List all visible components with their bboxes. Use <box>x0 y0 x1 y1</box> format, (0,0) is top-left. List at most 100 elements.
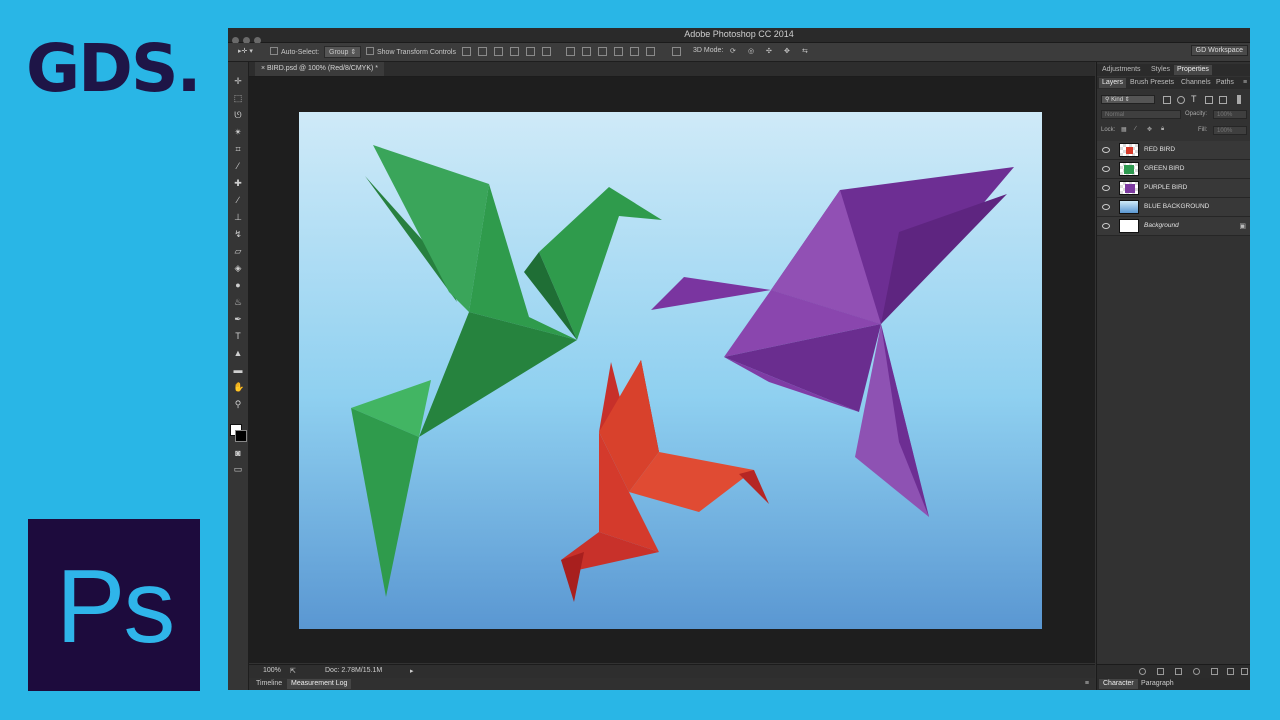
tab-character[interactable]: Character <box>1099 679 1138 689</box>
filter-pixel-icon[interactable] <box>1163 96 1171 104</box>
doc-size: Doc: 2.78M/15.1M <box>325 667 383 674</box>
link-layers-icon[interactable] <box>1139 668 1146 675</box>
tab-brush-presets[interactable]: Brush Presets <box>1127 78 1177 88</box>
panel-menu-icon[interactable]: ≡ <box>1240 78 1250 88</box>
eye-icon[interactable] <box>1102 147 1110 153</box>
tab-styles[interactable]: Styles <box>1148 65 1173 75</box>
lock-pixels-icon[interactable]: ∕ <box>1135 126 1136 132</box>
fill-field[interactable]: 100% <box>1213 126 1247 135</box>
fill-label: Fill: <box>1198 127 1208 133</box>
clone-stamp-tool-icon[interactable]: ⊥ <box>233 212 243 222</box>
lock-all-icon[interactable]: 🔒︎ <box>1161 126 1164 133</box>
new-layer-icon[interactable] <box>1227 668 1234 675</box>
document-canvas[interactable] <box>299 112 1042 629</box>
tab-paths[interactable]: Paths <box>1213 78 1237 88</box>
quick-mask-icon[interactable]: ◙ <box>233 448 243 458</box>
3d-drag-icon[interactable]: ✣ <box>766 47 772 55</box>
hand-tool-icon[interactable]: ✋ <box>233 382 244 392</box>
layer-row-green-bird[interactable]: GREEN BIRD <box>1097 160 1250 179</box>
align-vcenter-icon[interactable] <box>478 47 487 56</box>
document-tab[interactable]: × BIRD.psd @ 100% (Red/8/CMYK) * <box>255 62 385 76</box>
align-top-icon[interactable] <box>462 47 471 56</box>
filter-smart-object-icon[interactable] <box>1219 96 1227 104</box>
tab-measurement-log[interactable]: Measurement Log <box>287 679 352 689</box>
layer-row-purple-bird[interactable]: PURPLE BIRD <box>1097 179 1250 198</box>
lasso-tool-icon[interactable]: ᘎ <box>233 110 243 120</box>
3d-mode-label: 3D Mode: <box>693 47 724 54</box>
eye-icon[interactable] <box>1102 185 1110 191</box>
lock-position-icon[interactable]: ✥ <box>1147 126 1152 133</box>
layer-row-background[interactable]: Background ▣ <box>1097 217 1250 236</box>
distribute-hcenter-icon[interactable] <box>630 47 639 56</box>
blur-tool-icon[interactable]: ● <box>233 280 243 290</box>
filter-type-icon[interactable]: T <box>1191 94 1197 104</box>
crop-tool-icon[interactable]: ⌗ <box>233 144 243 154</box>
distribute-top-icon[interactable] <box>566 47 575 56</box>
distribute-vcenter-icon[interactable] <box>582 47 591 56</box>
healing-brush-tool-icon[interactable]: ✚ <box>233 178 243 188</box>
layer-row-blue-background[interactable]: BLUE BACKGROUND <box>1097 198 1250 217</box>
marquee-tool-icon[interactable]: ⬚ <box>233 93 243 103</box>
status-menu-arrow-icon[interactable]: ▸ <box>410 667 414 675</box>
status-export-icon[interactable]: ⇱ <box>290 667 296 675</box>
align-hcenter-icon[interactable] <box>526 47 535 56</box>
paint-bucket-tool-icon[interactable]: ◈ <box>233 263 243 273</box>
opacity-field[interactable]: 100% <box>1213 110 1247 119</box>
path-selection-tool-icon[interactable]: ▲ <box>233 348 243 358</box>
brush-tool-icon[interactable]: ∕ <box>233 195 243 205</box>
align-bottom-icon[interactable] <box>494 47 503 56</box>
zoom-tool-icon[interactable]: ⚲ <box>233 399 243 409</box>
history-brush-tool-icon[interactable]: ↯ <box>233 229 243 239</box>
auto-select-checkbox[interactable]: Auto-Select: <box>270 47 319 56</box>
panel-menu-icon[interactable]: ≡ <box>1081 679 1093 689</box>
rectangle-tool-icon[interactable]: ▬ <box>233 365 243 375</box>
blend-mode-dropdown[interactable]: Normal <box>1101 110 1181 119</box>
3d-rotate-icon[interactable]: ⟳ <box>730 47 736 55</box>
align-left-icon[interactable] <box>510 47 519 56</box>
screen-mode-icon[interactable]: ▭ <box>233 464 243 474</box>
adjustment-layer-icon[interactable] <box>1193 668 1200 675</box>
filter-shape-icon[interactable] <box>1205 96 1213 104</box>
distribute-right-icon[interactable] <box>646 47 655 56</box>
tab-paragraph[interactable]: Paragraph <box>1137 679 1178 689</box>
tab-channels[interactable]: Channels <box>1178 78 1214 88</box>
auto-align-icon[interactable] <box>672 47 681 56</box>
eyedropper-tool-icon[interactable]: ⁄ <box>233 161 243 171</box>
show-transform-checkbox[interactable]: Show Transform Controls <box>366 47 456 56</box>
layer-style-icon[interactable] <box>1157 668 1164 675</box>
filter-toggle-icon[interactable] <box>1237 95 1241 104</box>
magic-wand-tool-icon[interactable]: ✴ <box>233 127 243 137</box>
move-tool-icon[interactable]: ✛ <box>233 76 243 86</box>
tab-adjustments[interactable]: Adjustments <box>1099 65 1144 75</box>
trash-icon[interactable] <box>1241 668 1248 675</box>
filter-adjustment-icon[interactable] <box>1177 96 1185 104</box>
eye-icon[interactable] <box>1102 204 1110 210</box>
pen-tool-icon[interactable]: ✒ <box>233 314 243 324</box>
auto-select-dropdown[interactable]: Group ⇕ <box>324 46 362 58</box>
workspace-switcher[interactable]: GD Workspace <box>1190 45 1248 56</box>
layer-row-red-bird[interactable]: RED BIRD <box>1097 141 1250 160</box>
type-tool-icon[interactable]: T <box>233 331 243 341</box>
eye-icon[interactable] <box>1102 223 1110 229</box>
lock-transparent-icon[interactable]: ▦ <box>1121 126 1127 133</box>
new-group-icon[interactable] <box>1211 668 1218 675</box>
3d-scale-icon[interactable]: ⇆ <box>802 47 808 55</box>
tab-properties[interactable]: Properties <box>1174 65 1212 75</box>
tab-layers[interactable]: Layers <box>1099 78 1127 88</box>
tab-timeline[interactable]: Timeline <box>252 679 286 689</box>
distribute-bottom-icon[interactable] <box>598 47 607 56</box>
filter-kind-dropdown[interactable]: ⚲ Kind ⇕ <box>1101 95 1155 104</box>
zoom-level[interactable]: 100% <box>263 667 281 674</box>
layer-mask-icon[interactable] <box>1175 668 1182 675</box>
3d-slide-icon[interactable]: ✥ <box>784 47 790 55</box>
dodge-tool-icon[interactable]: ♨ <box>233 297 243 307</box>
distribute-left-icon[interactable] <box>614 47 623 56</box>
3d-roll-icon[interactable]: ◎ <box>748 47 754 55</box>
align-right-icon[interactable] <box>542 47 551 56</box>
eraser-tool-icon[interactable]: ▱ <box>233 246 243 256</box>
gds-logo: GDS. <box>26 30 202 107</box>
move-tool-preset-icon[interactable]: ▸✛ ▾ <box>238 47 253 55</box>
eye-icon[interactable] <box>1102 166 1110 172</box>
background-color-swatch[interactable] <box>235 430 247 442</box>
canvas-area[interactable] <box>249 77 1095 663</box>
